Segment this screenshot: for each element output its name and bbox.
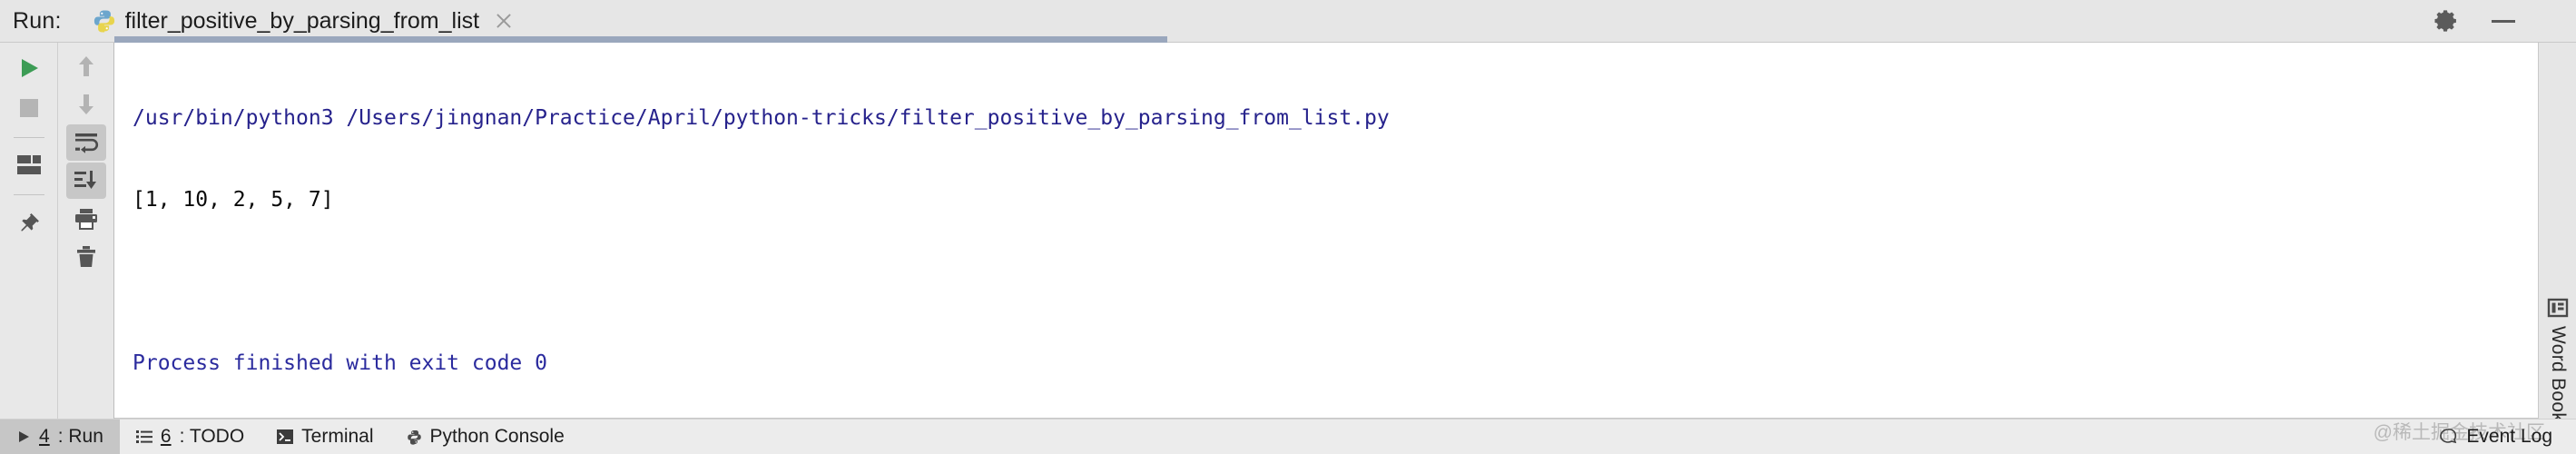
down-the-stack-trace-button[interactable] [66, 86, 106, 123]
book-panel-icon [2547, 297, 2569, 319]
status-bar: 4 : Run 6 : TODO Terminal Python Console… [0, 419, 2576, 454]
console-line[interactable]: /usr/bin/python3 /Users/jingnan/Practice… [133, 104, 2538, 132]
header-actions [2434, 0, 2516, 42]
console-output[interactable]: /usr/bin/python3 /Users/jingnan/Practice… [114, 43, 2538, 418]
minimize-icon[interactable] [2491, 8, 2516, 34]
status-python-console[interactable]: Python Console [390, 419, 581, 454]
stop-square-icon [19, 98, 39, 118]
soft-wrap-icon [74, 131, 99, 154]
status-terminal[interactable]: Terminal [261, 419, 389, 454]
list-icon [135, 429, 152, 444]
console-line: Process finished with exit code 0 [133, 351, 547, 375]
console-actions-toolbar [58, 43, 114, 419]
status-todo-label: : TODO [179, 426, 245, 447]
run-tool-window: Run: filter_positive_by_parsing_from_lis… [0, 0, 2576, 454]
status-terminal-label: Terminal [301, 426, 374, 447]
run-actions-toolbar [0, 43, 58, 419]
soft-wrap-button[interactable] [65, 124, 106, 161]
console-panel: /usr/bin/python3 /Users/jingnan/Practice… [114, 36, 2538, 419]
toolbar-separator-1 [13, 137, 44, 138]
console-line: [1, 10, 2, 5, 7] [133, 188, 334, 212]
gear-icon[interactable] [2434, 8, 2460, 34]
rerun-button[interactable] [11, 50, 47, 86]
run-label: Run: [13, 7, 62, 34]
trash-icon [75, 245, 97, 269]
status-todo-shortcut: 6 [160, 426, 172, 447]
restore-layout-button[interactable] [11, 147, 47, 183]
toolbar-separator-2 [13, 194, 44, 195]
clear-all-button[interactable] [66, 239, 106, 275]
python-icon [407, 429, 422, 445]
event-log-button[interactable]: Event Log [2439, 426, 2552, 448]
event-log-label: Event Log [2466, 426, 2552, 447]
up-the-stack-trace-button[interactable] [66, 48, 106, 84]
status-run[interactable]: 4 : Run [0, 419, 120, 454]
status-run-shortcut: 4 [39, 426, 50, 447]
pin-tab-button[interactable] [11, 204, 47, 241]
terminal-icon [277, 429, 294, 444]
python-icon [93, 9, 116, 33]
status-python-console-label: Python Console [429, 426, 565, 447]
layout-icon [16, 155, 41, 175]
status-todo[interactable]: 6 : TODO [120, 419, 261, 454]
run-window-body: /usr/bin/python3 /Users/jingnan/Practice… [0, 36, 2576, 422]
play-icon [17, 56, 41, 80]
print-button[interactable] [66, 201, 106, 237]
arrow-down-icon [74, 92, 98, 117]
pin-icon [18, 212, 40, 233]
right-tool-strip: Word Book [2538, 43, 2576, 422]
balloon-icon [2439, 428, 2457, 446]
scroll-to-end-button[interactable] [65, 163, 106, 199]
word-book-label: Word Book [2548, 326, 2569, 423]
run-tab-title: filter_positive_by_parsing_from_list [124, 7, 480, 34]
sidebar-item-word-book[interactable]: Word Book [2539, 297, 2576, 422]
close-icon[interactable] [494, 11, 514, 31]
arrow-up-icon [74, 54, 98, 79]
stop-button[interactable] [11, 90, 47, 126]
printer-icon [74, 208, 98, 230]
play-icon [16, 429, 31, 444]
horizontal-scrollbar[interactable] [114, 36, 1167, 43]
status-run-label: : Run [57, 426, 103, 447]
scroll-to-end-icon [74, 169, 99, 192]
